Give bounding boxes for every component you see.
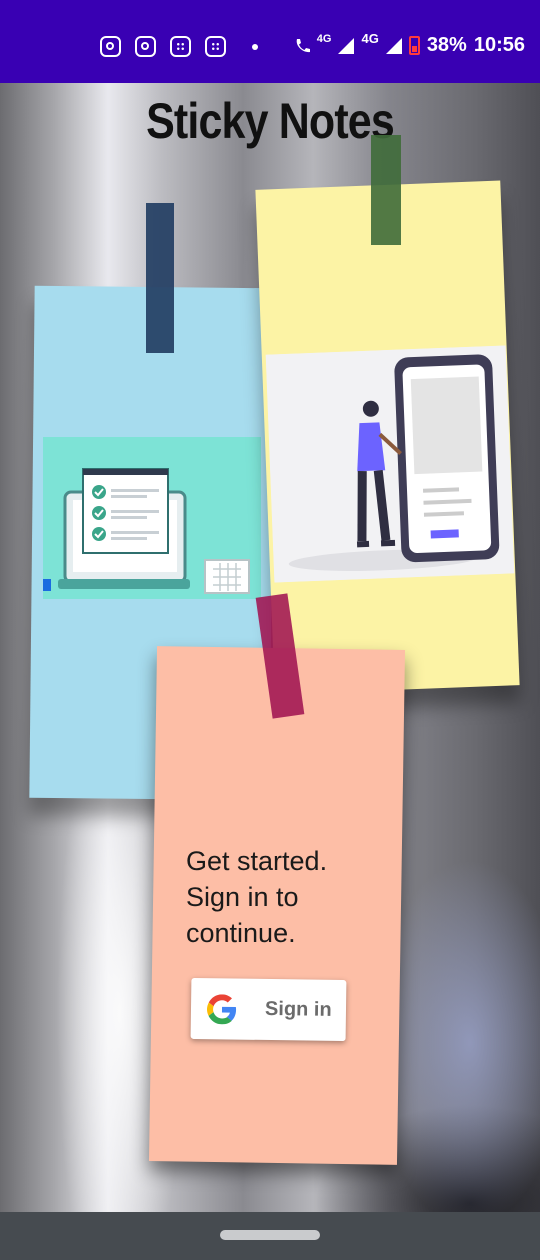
cta-line: Sign in to bbox=[186, 882, 299, 912]
network-type-1: 4G bbox=[316, 32, 332, 45]
notification-icons bbox=[100, 36, 258, 57]
dot-icon bbox=[252, 43, 258, 50]
instagram-icon bbox=[135, 36, 156, 57]
home-gesture-handle[interactable] bbox=[220, 1230, 320, 1240]
tape-strip bbox=[146, 203, 174, 353]
tape-strip bbox=[371, 135, 401, 245]
cta-line: continue. bbox=[186, 918, 296, 948]
laptop-checklist-illustration bbox=[43, 437, 261, 599]
instagram-icon bbox=[100, 36, 121, 57]
status-right: 4G 4G 38% 10:56 bbox=[294, 31, 525, 57]
battery-percent: 38% bbox=[426, 34, 467, 56]
google-logo-icon bbox=[207, 993, 237, 1024]
status-bar: 4G 4G 38% 10:56 bbox=[0, 0, 540, 83]
battery-icon bbox=[408, 36, 420, 55]
sign-in-label: Sign in bbox=[264, 997, 332, 1021]
app-title: Sticky Notes bbox=[146, 93, 395, 149]
sign-in-prompt: Get started. Sign in to continue. bbox=[186, 843, 386, 951]
grid-app-icon bbox=[205, 36, 226, 57]
network-type-2: 4G bbox=[361, 31, 379, 46]
google-sign-in-button[interactable]: Sign in bbox=[190, 977, 347, 1042]
signal-icon bbox=[385, 37, 402, 54]
wifi-call-icon bbox=[296, 38, 310, 52]
signal-icon bbox=[338, 37, 355, 54]
cta-line: Get started. bbox=[186, 846, 328, 876]
clock: 10:56 bbox=[473, 34, 525, 56]
grid-app-icon bbox=[170, 36, 191, 57]
person-phone-illustration bbox=[265, 345, 515, 583]
navigation-bar bbox=[0, 1212, 540, 1260]
